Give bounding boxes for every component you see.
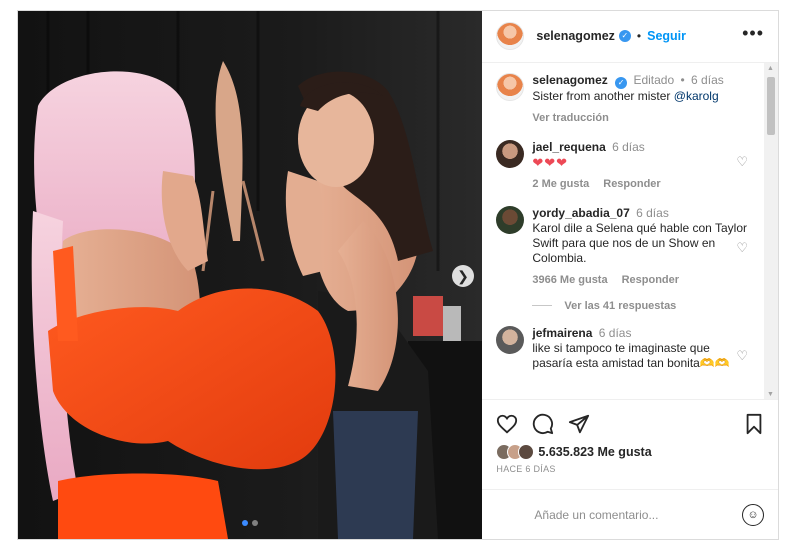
likers-avatars[interactable] xyxy=(496,444,535,461)
caption-text: Sister from another mister xyxy=(532,88,671,103)
add-comment-bar: ☺ xyxy=(482,489,778,539)
like-comment-heart-icon[interactable]: ♡ xyxy=(736,348,748,364)
carousel-dot-2 xyxy=(252,520,258,526)
replies-divider xyxy=(532,305,553,307)
comment-likes[interactable]: 3966 Me gusta xyxy=(532,273,607,288)
chevron-right-icon: ❯ xyxy=(457,267,469,284)
scrollbar-thumb[interactable] xyxy=(767,76,775,135)
author-avatar[interactable] xyxy=(496,22,525,51)
caption-edited: Editado xyxy=(633,72,675,87)
scroll-down-icon[interactable]: ▼ xyxy=(767,391,774,398)
post-photo[interactable]: ❯ xyxy=(18,11,483,539)
view-replies-link[interactable]: Ver las 41 respuestas xyxy=(532,300,764,312)
liker-avatar xyxy=(518,444,535,461)
photo-image xyxy=(18,11,483,539)
carousel-indicator xyxy=(242,520,258,526)
caption-time: 6 días xyxy=(691,72,724,87)
follow-button[interactable]: Seguir xyxy=(647,29,686,43)
comments-list[interactable]: selenagomez ✓ Editado • 6 días Sister fr… xyxy=(482,62,778,400)
comment-username[interactable]: jefmairena xyxy=(532,326,592,340)
likes-count[interactable]: 5.635.823 Me gusta xyxy=(538,445,651,459)
comment-time: 6 días xyxy=(612,139,645,154)
comment-avatar[interactable] xyxy=(496,205,525,234)
caption-avatar[interactable] xyxy=(496,72,525,101)
comment-time: 6 días xyxy=(598,325,632,340)
caption-username[interactable]: selenagomez xyxy=(532,73,607,87)
post-date: HACE 6 DÍAS xyxy=(496,464,556,475)
emoji-picker-icon[interactable]: ☺ xyxy=(742,503,764,526)
share-paper-plane-icon[interactable] xyxy=(568,413,590,435)
author-username[interactable]: selenagomez xyxy=(536,29,615,43)
comment-bubble-icon[interactable] xyxy=(532,413,554,435)
like-comment-heart-icon[interactable]: ♡ xyxy=(736,154,748,170)
save-bookmark-icon[interactable] xyxy=(744,413,764,435)
post-header: selenagomez ✓ • Seguir ••• xyxy=(482,11,778,63)
more-options-icon[interactable]: ••• xyxy=(742,24,764,44)
like-comment-heart-icon[interactable]: ♡ xyxy=(736,240,748,256)
add-comment-input[interactable] xyxy=(534,507,735,522)
comment-username[interactable]: jael_requena xyxy=(532,140,605,154)
reply-button[interactable]: Responder xyxy=(622,273,679,288)
comment-text: Karol dile a Selena qué hable con Taylor… xyxy=(532,220,747,265)
see-translation-link[interactable]: Ver traducción xyxy=(532,111,752,126)
comment-item: yordy_abadia_07 6 días Karol dile a Sele… xyxy=(496,205,764,288)
verified-badge-icon: ✓ xyxy=(618,30,631,43)
carousel-dot-1 xyxy=(242,520,248,526)
comment-likes[interactable]: 2 Me gusta xyxy=(532,177,589,192)
comment-avatar[interactable] xyxy=(496,325,525,354)
post-details-panel: selenagomez ✓ • Seguir ••• selenagomez ✓… xyxy=(482,11,778,539)
verified-badge-icon: ✓ xyxy=(615,76,628,89)
comment-time: 6 días xyxy=(636,205,669,220)
comment-item: jael_requena 6 días ❤❤❤ 2 Me gusta Respo… xyxy=(496,139,764,192)
comment-text: like si tampoco te imaginaste que pasarí… xyxy=(532,340,730,370)
comment-text: ❤❤❤ xyxy=(532,154,569,170)
instagram-post: ❯ selenagomez ✓ • Seguir ••• selenagomez xyxy=(17,10,779,540)
scroll-up-icon[interactable]: ▲ xyxy=(767,65,774,72)
caption-mention[interactable]: @karolg xyxy=(674,89,719,103)
reply-button[interactable]: Responder xyxy=(603,177,660,192)
caption: selenagomez ✓ Editado • 6 días Sister fr… xyxy=(496,72,764,126)
comment-username[interactable]: yordy_abadia_07 xyxy=(532,206,629,220)
header-separator: • xyxy=(636,29,642,44)
post-actions: 5.635.823 Me gusta HACE 6 DÍAS xyxy=(482,399,778,489)
like-heart-icon[interactable] xyxy=(496,413,518,435)
comments-scrollbar[interactable]: ▲ ▼ xyxy=(764,62,778,400)
view-replies-label: Ver las 41 respuestas xyxy=(564,299,677,312)
next-slide-button[interactable]: ❯ xyxy=(452,265,474,287)
comment-avatar[interactable] xyxy=(496,139,525,168)
caption-separator: • xyxy=(680,72,685,87)
comment-item: jefmairena 6 días like si tampoco te ima… xyxy=(496,325,764,371)
